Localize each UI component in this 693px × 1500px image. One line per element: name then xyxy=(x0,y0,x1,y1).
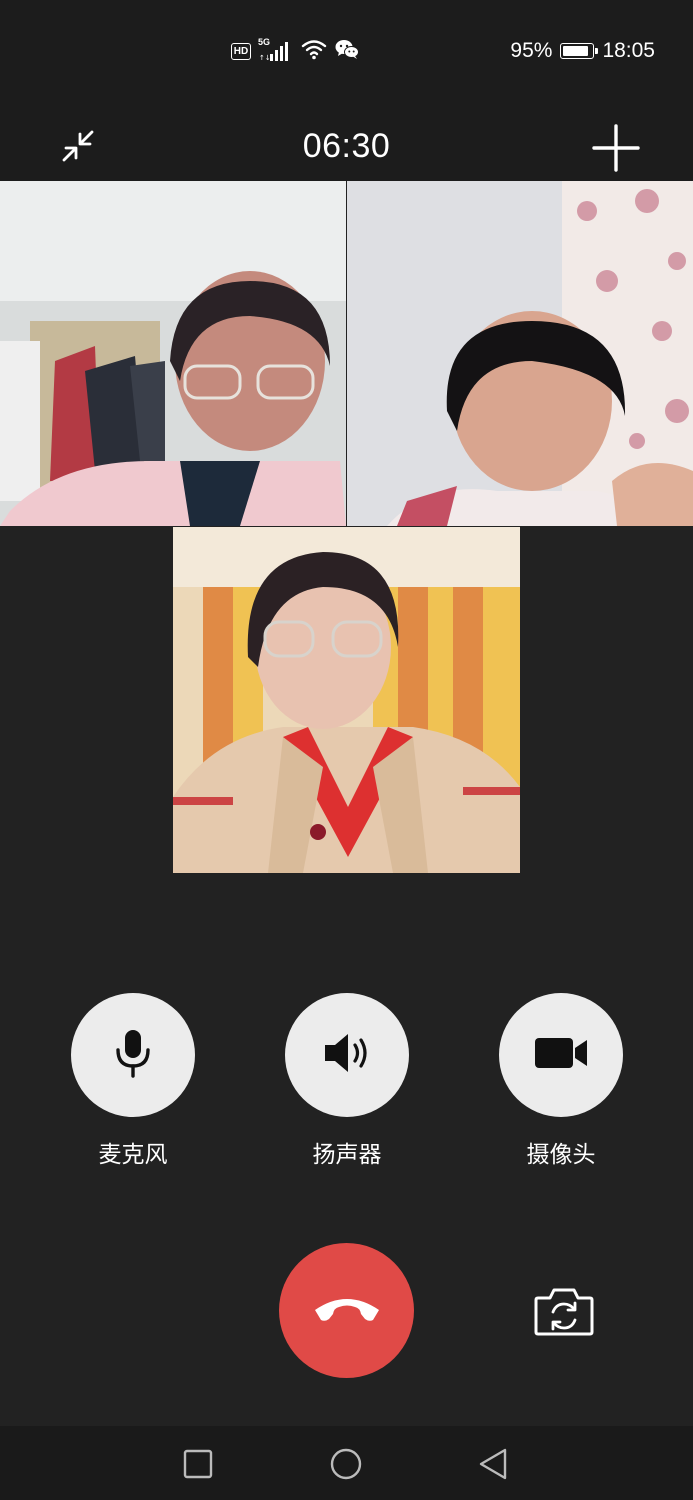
signal-icon: 5G ↑↓ xyxy=(258,37,293,62)
hangup-icon xyxy=(311,1290,383,1331)
hd-badge: HD xyxy=(231,42,251,60)
wifi-icon xyxy=(301,38,327,65)
speaker-button[interactable] xyxy=(285,993,409,1117)
back-icon[interactable] xyxy=(473,1444,513,1484)
participant-video-1[interactable] xyxy=(0,181,346,526)
system-navigation-bar xyxy=(0,1426,693,1500)
camera-label: 摄像头 xyxy=(526,1142,596,1168)
switch-camera-icon[interactable] xyxy=(532,1284,596,1338)
microphone-control: 麦克风 xyxy=(71,993,195,1169)
recent-apps-icon[interactable] xyxy=(178,1444,218,1484)
video-camera-icon xyxy=(533,1035,589,1076)
battery-percent: 95% xyxy=(510,39,553,62)
svg-text:↑↓: ↑↓ xyxy=(259,54,271,62)
wechat-icon xyxy=(335,39,359,64)
battery-icon xyxy=(560,43,599,59)
microphone-icon xyxy=(113,1028,153,1083)
clock: 18:05 xyxy=(602,39,655,62)
status-icons: HD 5G ↑↓ xyxy=(231,37,359,65)
status-bar: HD 5G ↑↓ 95% 18:05 xyxy=(0,0,693,100)
camera-control: 摄像头 xyxy=(499,993,623,1169)
camera-button[interactable] xyxy=(499,993,623,1117)
microphone-button[interactable] xyxy=(71,993,195,1117)
call-header: 06:30 xyxy=(0,100,693,181)
speaker-control: 扬声器 xyxy=(285,993,409,1169)
status-right: 95% 18:05 xyxy=(510,36,655,66)
microphone-label: 麦克风 xyxy=(98,1142,168,1168)
battery-fill xyxy=(563,46,589,56)
participant-video-self[interactable] xyxy=(173,527,520,873)
speaker-icon xyxy=(321,1031,373,1080)
hangup-button[interactable] xyxy=(279,1243,414,1378)
network-type: 5G xyxy=(258,37,271,47)
call-timer: 06:30 xyxy=(302,127,391,165)
participant-video-2[interactable] xyxy=(347,181,693,526)
home-icon[interactable] xyxy=(326,1444,366,1484)
plus-icon[interactable] xyxy=(592,124,640,172)
speaker-label: 扬声器 xyxy=(312,1142,382,1168)
